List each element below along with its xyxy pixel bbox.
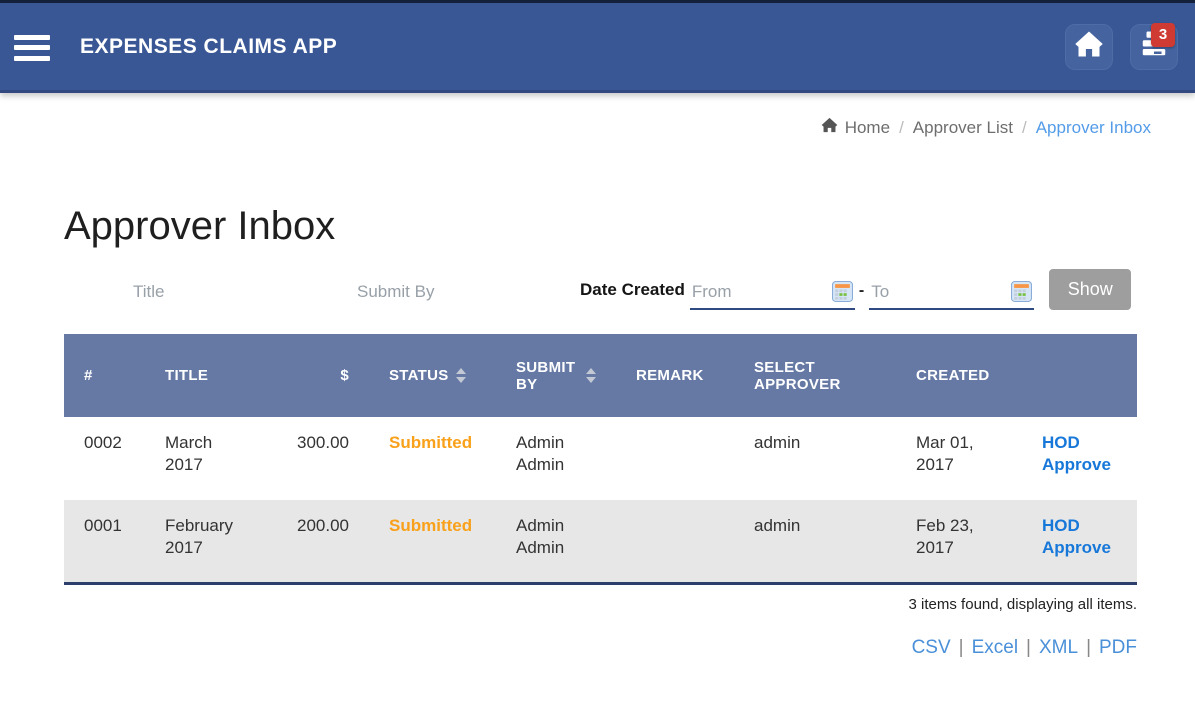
calendar-icon[interactable] <box>1011 281 1032 302</box>
cell-submit-by: Admin Admin <box>496 417 616 500</box>
cell-id: 0002 <box>64 417 145 500</box>
col-header-amount: $ <box>270 334 369 417</box>
export-links: CSV|Excel|XML|PDF <box>64 637 1137 659</box>
cell-submit-by: Admin Admin <box>496 500 616 583</box>
tasks-button[interactable]: 3 <box>1130 24 1178 70</box>
home-button[interactable] <box>1065 24 1113 70</box>
notification-badge: 3 <box>1151 23 1175 47</box>
export-separator: | <box>1018 637 1039 658</box>
breadcrumb-approver-list-link[interactable]: Approver List <box>913 118 1013 138</box>
cell-created: Mar 01, 2017 <box>896 417 1022 500</box>
date-created-label: Date Created <box>580 280 690 310</box>
sort-icon <box>586 368 596 383</box>
home-icon <box>821 117 838 138</box>
col-header-remark: REMARK <box>616 334 734 417</box>
page-title: Approver Inbox <box>64 204 1137 249</box>
home-icon <box>1074 30 1104 63</box>
cell-amount: 200.00 <box>270 500 369 583</box>
title-filter-input[interactable] <box>131 274 339 310</box>
main-content: Approver Inbox Date Created - <box>0 204 1195 659</box>
table-row: 0001 February 2017 200.00 Submitted Admi… <box>64 500 1137 583</box>
col-header-id: # <box>64 334 145 417</box>
date-to-input[interactable] <box>871 282 1011 302</box>
cell-amount: 300.00 <box>270 417 369 500</box>
hod-approve-link[interactable]: HOD Approve <box>1042 433 1111 474</box>
date-from-input[interactable] <box>692 282 832 302</box>
approver-inbox-table: # TITLE $ STATUS SUBMIT BY REMARK SELE <box>64 334 1137 585</box>
col-header-status[interactable]: STATUS <box>369 334 496 417</box>
breadcrumb-separator: / <box>899 118 904 138</box>
col-header-submit-by[interactable]: SUBMIT BY <box>496 334 616 417</box>
app-header: EXPENSES CLAIMS APP 3 <box>0 3 1195 93</box>
cell-status: Submitted <box>369 417 496 500</box>
hod-approve-link[interactable]: HOD Approve <box>1042 516 1111 557</box>
cell-status: Submitted <box>369 500 496 583</box>
app-title: EXPENSES CLAIMS APP <box>80 35 337 59</box>
cell-remark <box>616 417 734 500</box>
table-summary: 3 items found, displaying all items. <box>64 596 1137 613</box>
breadcrumb-home-label: Home <box>845 118 890 138</box>
filter-bar: Date Created - <box>131 269 1137 310</box>
table-row: 0002 March 2017 300.00 Submitted Admin A… <box>64 417 1137 500</box>
calendar-icon[interactable] <box>832 281 853 302</box>
cell-select-approver: admin <box>734 500 896 583</box>
export-separator: | <box>951 637 972 658</box>
cell-remark <box>616 500 734 583</box>
export-excel-link[interactable]: Excel <box>972 637 1018 658</box>
cell-id: 0001 <box>64 500 145 583</box>
col-header-submit-by-label: SUBMIT BY <box>516 359 579 393</box>
menu-icon[interactable] <box>14 35 50 61</box>
sort-icon <box>456 368 466 383</box>
col-header-title: TITLE <box>145 334 270 417</box>
show-button[interactable]: Show <box>1049 269 1131 310</box>
col-header-created: CREATED <box>896 334 1022 417</box>
breadcrumb-separator: / <box>1022 118 1027 138</box>
date-range-separator: - <box>855 282 869 310</box>
col-header-select-approver: SELECT APPROVER <box>734 334 896 417</box>
submit-by-filter-input[interactable] <box>355 274 563 310</box>
breadcrumb: Home / Approver List / Approver Inbox <box>0 93 1195 138</box>
header-actions: 3 <box>1065 24 1178 70</box>
table-header-row: # TITLE $ STATUS SUBMIT BY REMARK SELE <box>64 334 1137 417</box>
breadcrumb-current: Approver Inbox <box>1036 118 1151 138</box>
export-separator: | <box>1078 637 1099 658</box>
date-from-field <box>690 275 855 310</box>
export-csv-link[interactable]: CSV <box>912 637 951 658</box>
export-pdf-link[interactable]: PDF <box>1099 637 1137 658</box>
col-header-action <box>1022 334 1137 417</box>
cell-title: February 2017 <box>145 500 270 583</box>
export-xml-link[interactable]: XML <box>1039 637 1078 658</box>
cell-title: March 2017 <box>145 417 270 500</box>
cell-created: Feb 23, 2017 <box>896 500 1022 583</box>
col-header-status-label: STATUS <box>389 367 449 384</box>
cell-select-approver: admin <box>734 417 896 500</box>
date-to-field <box>869 275 1034 310</box>
breadcrumb-home-link[interactable]: Home <box>821 117 890 138</box>
